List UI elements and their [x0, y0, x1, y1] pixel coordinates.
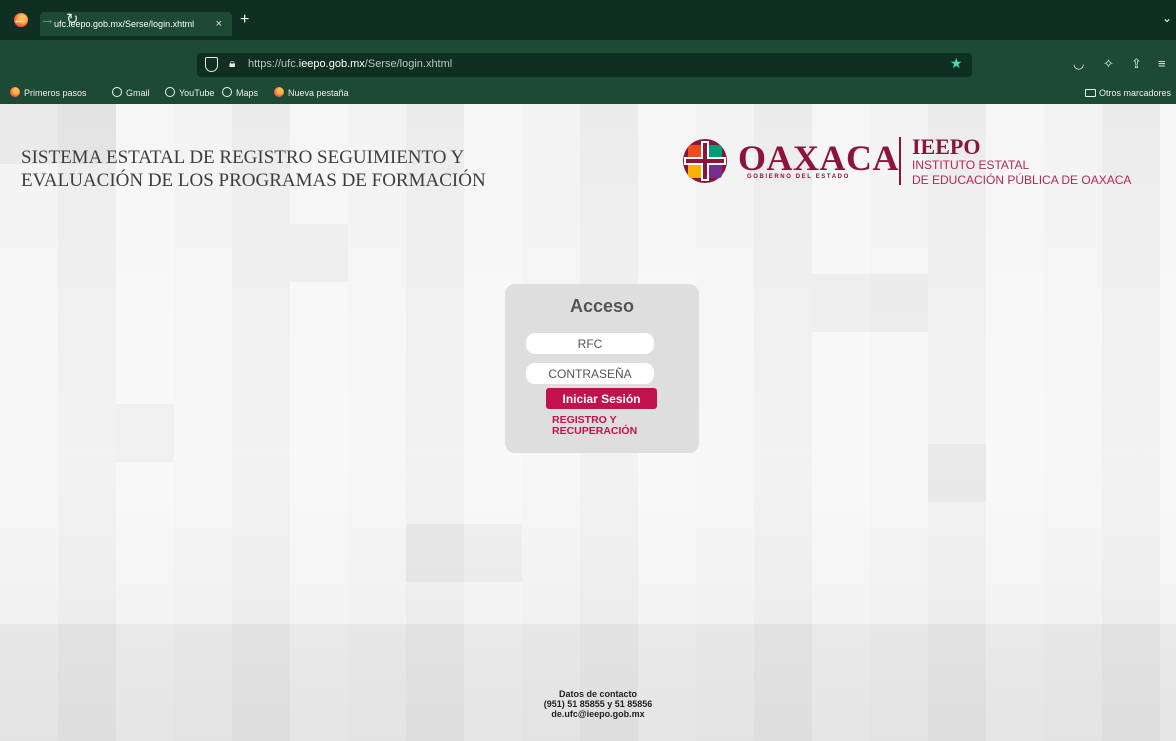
bookmark-maps[interactable]: Maps	[222, 87, 258, 99]
url-text[interactable]: https://ufc.ieepo.gob.mx/Serse/login.xht…	[248, 58, 452, 70]
firefox-icon	[10, 87, 20, 97]
bookmark-star-icon[interactable]: ★	[950, 55, 963, 72]
oaxaca-emblem-icon	[683, 139, 727, 183]
login-card: Acceso Iniciar Sesión REGISTRO YRECUPERA…	[505, 284, 699, 453]
rfc-input[interactable]	[526, 333, 654, 354]
bookmark-gmail[interactable]: Gmail	[112, 87, 150, 99]
bookmark-nueva-pestana[interactable]: Nueva pestaña	[274, 87, 349, 99]
ieepo-subtitle-line1: INSTITUTO ESTATAL	[912, 158, 1030, 172]
extension-icon[interactable]: ✧	[1103, 56, 1114, 72]
page-content: SISTEMA ESTATAL DE REGISTRO SEGUIMIENTO …	[0, 104, 1176, 741]
brand-divider	[899, 137, 901, 185]
system-title: SISTEMA ESTATAL DE REGISTRO SEGUIMIENTO …	[21, 147, 486, 191]
pocket-icon[interactable]: ◡	[1073, 56, 1084, 72]
background-tile	[406, 524, 522, 582]
password-input[interactable]	[526, 363, 654, 384]
new-tab-icon[interactable]: +	[240, 11, 249, 29]
login-title: Acceso	[569, 296, 635, 316]
register-recovery-link[interactable]: REGISTRO Y RECUPERACIÓN	[552, 415, 652, 437]
background-tile	[928, 444, 986, 502]
login-button[interactable]: Iniciar Sesión	[546, 388, 657, 409]
share-icon[interactable]: ⇪	[1131, 56, 1142, 72]
forward-icon[interactable]: →	[40, 12, 55, 27]
reload-icon[interactable]: ↻	[66, 12, 79, 27]
menu-icon[interactable]: ≡	[1158, 56, 1166, 71]
folder-icon	[1085, 89, 1096, 97]
tab-list-chevron-icon[interactable]: ⌄	[1162, 11, 1172, 25]
background-tile	[812, 274, 928, 332]
tab-close-icon[interactable]: ×	[216, 12, 222, 36]
lock-icon[interactable]: 🔒︎	[229, 56, 235, 71]
bookmark-youtube[interactable]: YouTube	[165, 87, 214, 99]
firefox-icon	[274, 87, 284, 97]
ieepo-subtitle-line2: DE EDUCACIÓN PÚBLICA DE OAXACA	[912, 173, 1132, 187]
background-tile	[116, 404, 174, 462]
tracking-protection-icon[interactable]	[205, 57, 218, 72]
other-bookmarks[interactable]: Otros marcadores	[1085, 87, 1171, 99]
globe-icon	[165, 87, 175, 97]
background-band	[0, 624, 1176, 741]
back-icon[interactable]: ←	[12, 12, 27, 27]
contact-info: Datos de contacto (951) 51 85855 y 51 85…	[543, 689, 653, 719]
globe-icon	[112, 87, 122, 97]
oaxaca-subtitle: GOBIERNO DEL ESTADO	[747, 174, 850, 180]
oaxaca-wordmark: OAXACA	[738, 138, 899, 178]
bookmark-primeros-pasos[interactable]: Primeros pasos	[10, 87, 87, 99]
background-tile	[290, 224, 348, 282]
ieepo-wordmark: IEEPO	[912, 134, 981, 159]
globe-icon	[222, 87, 232, 97]
